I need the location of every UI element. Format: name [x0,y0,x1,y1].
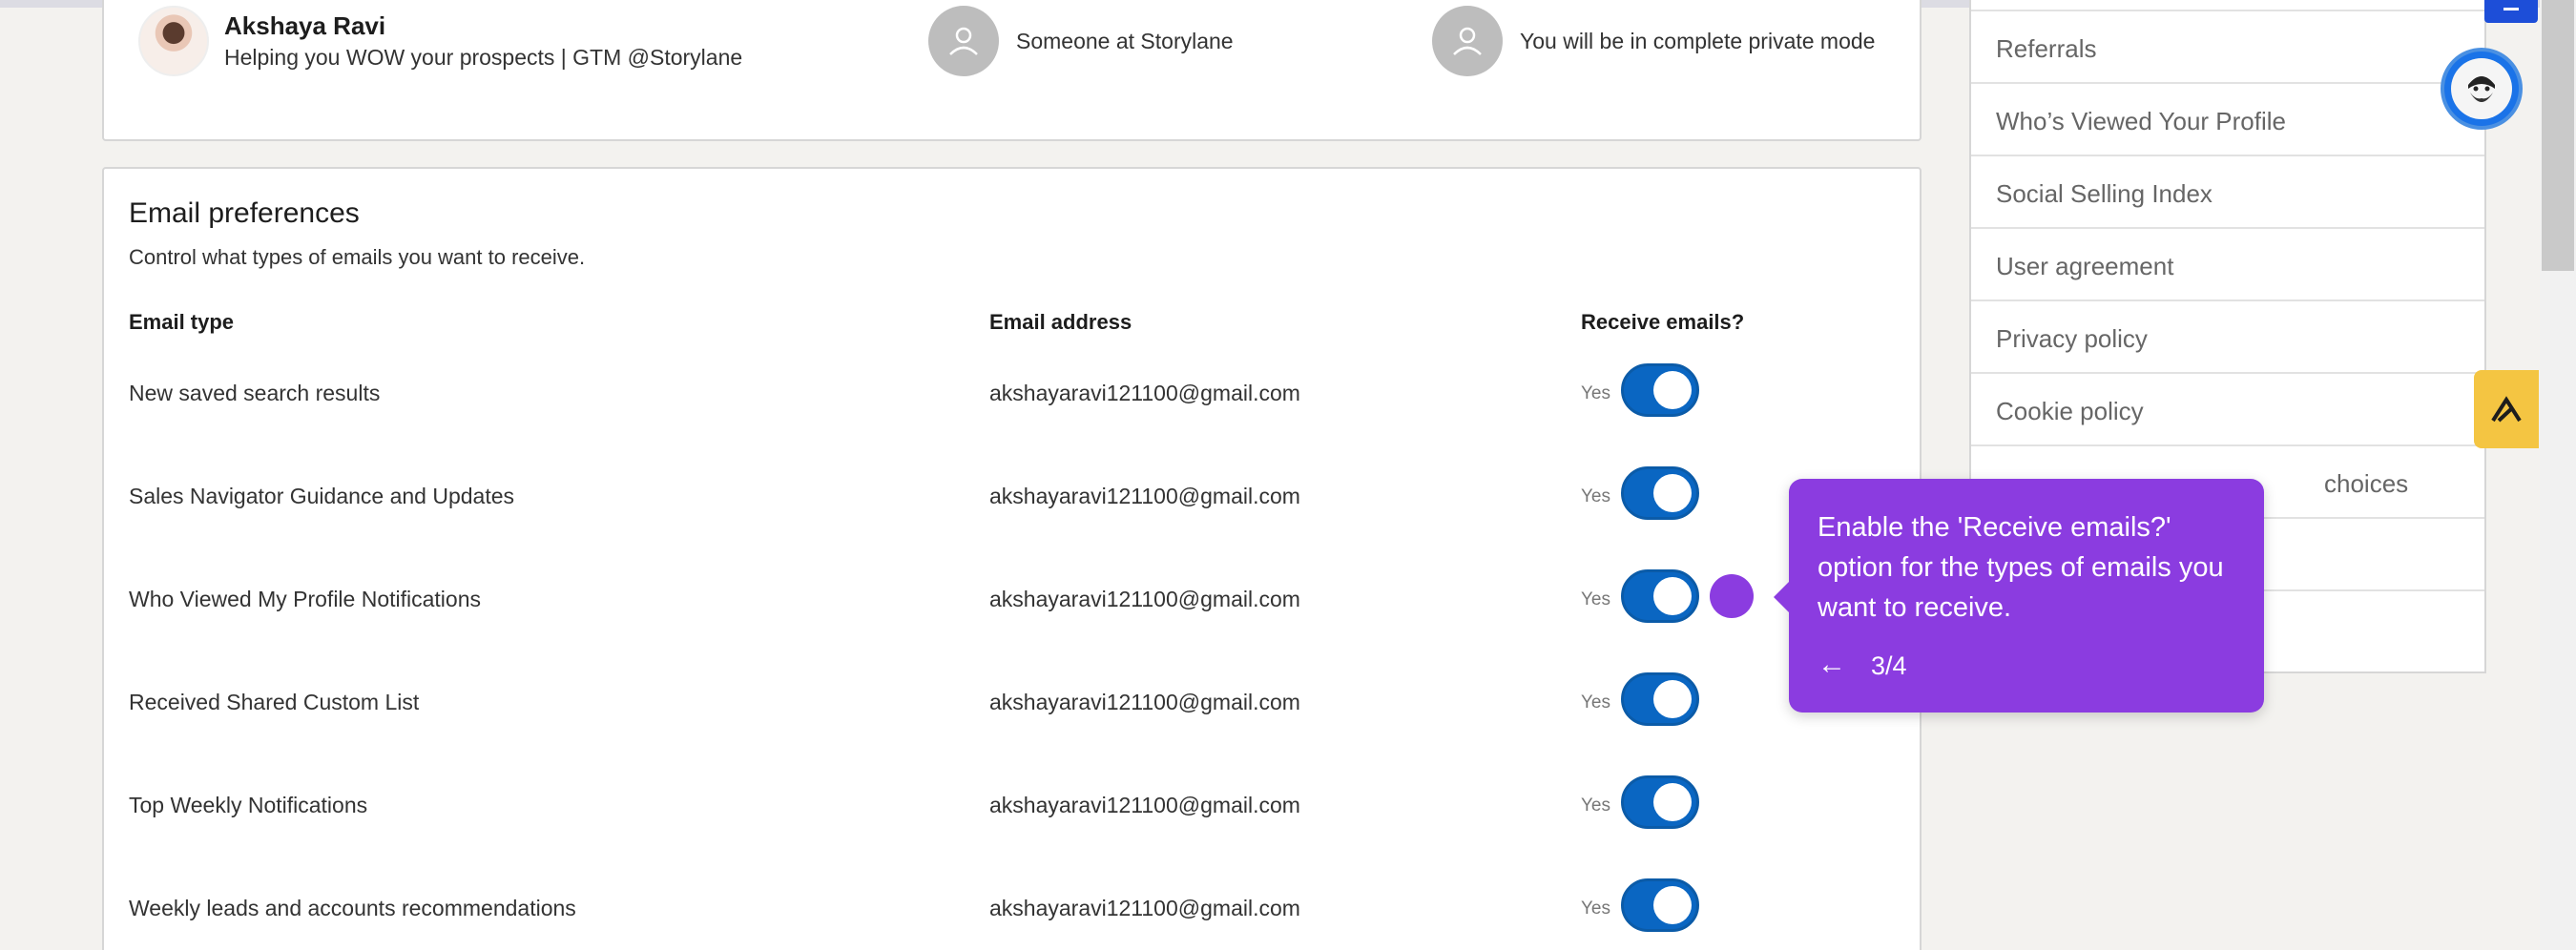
menu-item-label: Social Selling Index [1996,179,2212,208]
back-arrow-icon[interactable]: ← [1818,649,1846,681]
menu-item-label: Privacy policy [1996,324,2148,353]
email-address: akshayaravi121100@gmail.com [989,587,1300,611]
email-address: akshayaravi121100@gmail.com [989,896,1300,920]
toggle-knob [1653,783,1692,821]
menu-item-label: Who’s Viewed Your Profile [1996,107,2287,135]
viewer-name: Akshaya Ravi [224,11,386,40]
menu-icon[interactable] [2484,0,2538,23]
toggle-status-label: Yes [1581,795,1610,816]
toggle-status-label: Yes [1581,383,1610,403]
tour-hotspot-dot[interactable] [1710,574,1754,618]
menu-item-cookie-policy[interactable]: Cookie policy [1971,374,2484,446]
profile-viewer-card: Akshaya Ravi Helping you WOW your prospe… [102,0,1922,141]
viewer-option-private[interactable]: You will be in complete private mode [1432,6,1875,76]
guide-avatar-button[interactable] [2441,48,2523,130]
toggle-status-label: Yes [1581,898,1610,919]
receive-emails-toggle[interactable] [1621,672,1699,726]
table-row: Who Viewed My Profile Notifications aksh… [104,569,1920,627]
toggle-status-label: Yes [1581,692,1610,712]
storylane-logo-tab[interactable] [2474,370,2539,448]
receive-emails-toggle[interactable] [1621,775,1699,829]
email-address: akshayaravi121100@gmail.com [989,484,1300,508]
email-preferences-card: Email preferences Control what types of … [102,167,1922,950]
person-silhouette-icon [928,6,999,76]
menu-item-user-agreement[interactable]: User agreement [1971,229,2484,301]
table-row: Received Shared Custom List akshayaravi1… [104,672,1920,730]
section-title: Email preferences [129,197,360,229]
menu-item-label: Cookie policy [1996,397,2144,425]
table-row: Sales Navigator Guidance and Updates aks… [104,466,1920,524]
menu-item-whos-viewed-profile[interactable]: Who’s Viewed Your Profile [1971,84,2484,156]
menu-item-label: Referrals [1996,34,2097,63]
email-address: akshayaravi121100@gmail.com [989,381,1300,405]
menu-item-label: choices [2324,469,2409,498]
column-header-receive-emails: Receive emails? [1581,310,1745,334]
email-type-label: Weekly leads and accounts recommendation… [129,896,576,920]
email-type-label: Received Shared Custom List [129,690,420,714]
viewer-option-semi-private[interactable]: Someone at Storylane [928,6,1234,76]
column-header-email-type: Email type [129,310,235,334]
table-row: Top Weekly Notifications akshayaravi1211… [104,775,1920,833]
viewer-private-label: You will be in complete private mode [1520,28,1876,53]
email-type-label: Sales Navigator Guidance and Updates [129,484,515,508]
menu-item-referrals[interactable]: Referrals [1971,11,2484,84]
email-type-label: Top Weekly Notifications [129,793,368,817]
toggle-knob [1653,886,1692,924]
viewer-semi-private-label: Someone at Storylane [1016,28,1234,53]
viewer-option-full-profile[interactable]: Akshaya Ravi Helping you WOW your prospe… [138,6,742,76]
person-silhouette-icon [1432,6,1503,76]
menu-item-label: User agreement [1996,252,2174,280]
step-counter: 3/4 [1871,651,1907,680]
toggle-knob [1653,680,1692,718]
tooltip-text: Enable the 'Receive emails?' option for … [1818,512,2224,623]
scrollbar-thumb[interactable] [2542,0,2574,271]
receive-emails-toggle[interactable] [1621,466,1699,520]
viewer-headline: Helping you WOW your prospects | GTM @St… [224,45,743,70]
tour-tooltip: Enable the 'Receive emails?' option for … [1774,479,2264,712]
table-row: Weekly leads and accounts recommendation… [104,878,1920,936]
receive-emails-toggle[interactable] [1621,363,1699,417]
menu-item-privacy-policy[interactable]: Privacy policy [1971,301,2484,374]
email-type-label: Who Viewed My Profile Notifications [129,587,481,611]
email-address: akshayaravi121100@gmail.com [989,793,1300,817]
toggle-status-label: Yes [1581,589,1610,609]
email-type-label: New saved search results [129,381,381,405]
tooltip-pointer [1774,580,1791,614]
avatar [138,6,209,76]
table-row: New saved search results akshayaravi1211… [104,363,1920,421]
receive-emails-toggle[interactable] [1621,878,1699,932]
email-address: akshayaravi121100@gmail.com [989,690,1300,714]
column-header-email-address: Email address [989,310,1132,334]
menu-item-social-selling-index[interactable]: Social Selling Index [1971,156,2484,229]
storylane-logo-icon [2491,396,2522,423]
toggle-status-label: Yes [1581,486,1610,506]
toggle-knob [1653,474,1692,512]
section-subtitle: Control what types of emails you want to… [129,245,586,269]
receive-emails-toggle[interactable] [1621,569,1699,623]
toggle-knob [1653,577,1692,615]
bearded-face-icon [2451,58,2512,119]
toggle-knob [1653,371,1692,409]
